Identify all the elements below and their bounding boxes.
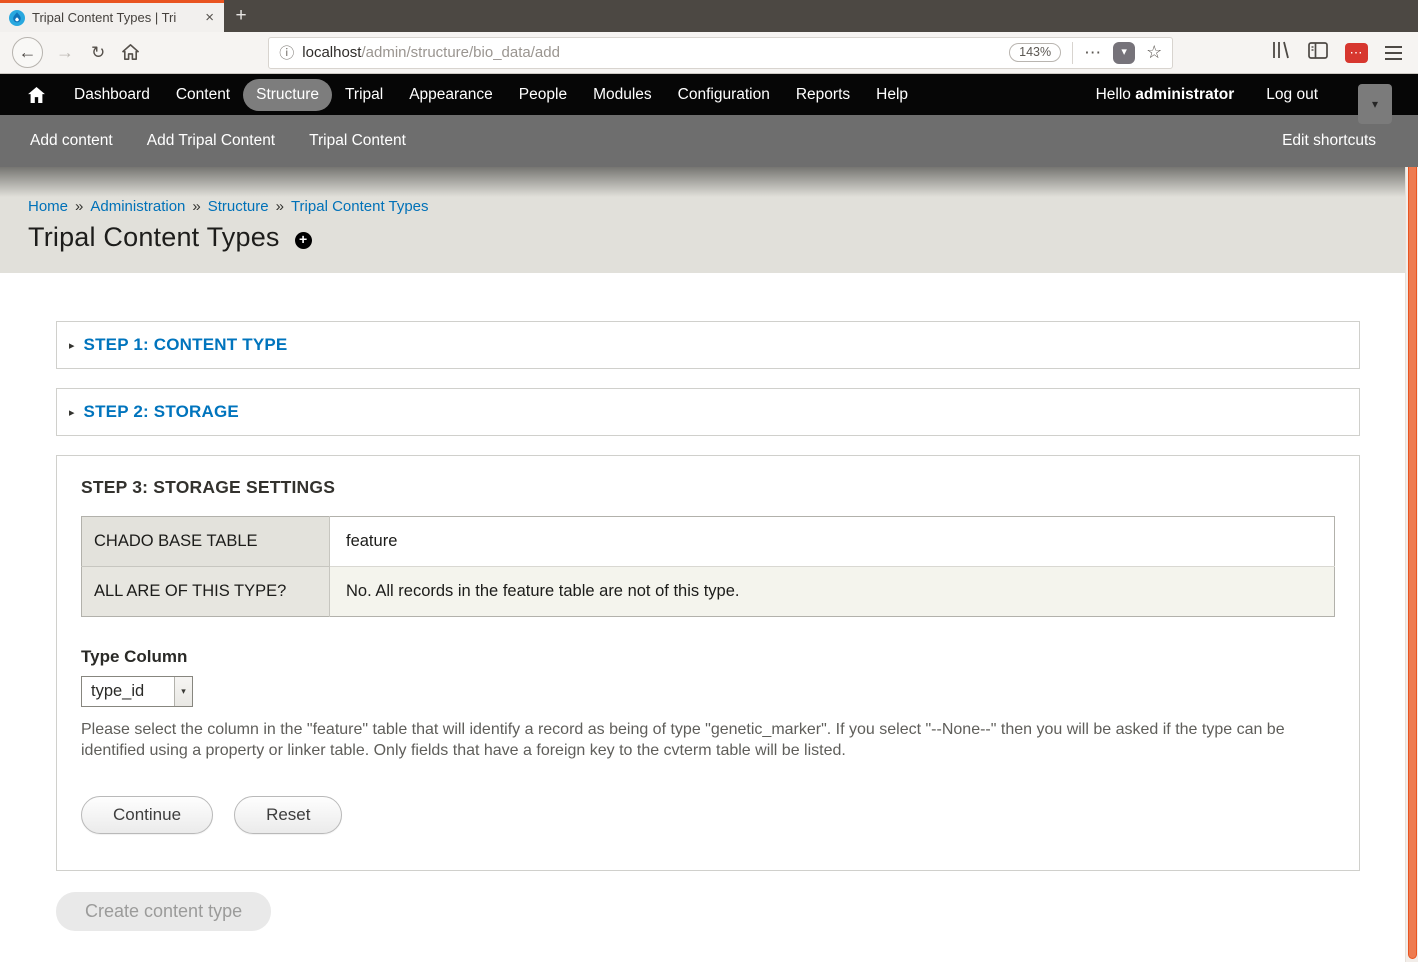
url-host: localhost <box>302 44 361 61</box>
drupal-favicon-icon <box>9 10 25 26</box>
create-content-type-button[interactable]: Create content type <box>56 892 271 931</box>
breadcrumb-home[interactable]: Home <box>28 198 68 215</box>
extension-icon[interactable]: ⋯ <box>1345 43 1368 63</box>
main-content: ▸ STEP 1: CONTENT TYPE ▸ STEP 2: STORAGE… <box>0 273 1418 931</box>
shortcut-add-content[interactable]: Add content <box>30 132 113 150</box>
menu-item-structure[interactable]: Structure <box>243 79 332 111</box>
fieldset-step2[interactable]: ▸ STEP 2: STORAGE <box>56 388 1360 436</box>
row-header-chado-base-table: CHADO BASE TABLE <box>82 517 330 567</box>
back-icon[interactable]: ← <box>12 37 43 68</box>
fieldset-step3: STEP 3: STORAGE SETTINGS CHADO BASE TABL… <box>56 455 1360 871</box>
type-column-select[interactable]: type_id ▾ <box>81 676 193 707</box>
browser-navbar: ← → ↻ ⓘ localhost/admin/structure/bio_da… <box>0 32 1418 74</box>
site-info-icon[interactable]: ⓘ <box>279 42 294 63</box>
pocket-icon[interactable]: ▾ <box>1113 42 1135 64</box>
add-to-shortcuts-icon[interactable]: + <box>295 232 312 249</box>
new-tab-button[interactable]: + <box>224 0 258 32</box>
url-text[interactable]: localhost/admin/structure/bio_data/add <box>302 44 560 61</box>
menu-item-configuration[interactable]: Configuration <box>665 79 783 111</box>
browser-tab-bar: Tripal Content Types | Tri × + <box>0 0 1418 32</box>
menu-item-dashboard[interactable]: Dashboard <box>61 79 163 111</box>
table-row: CHADO BASE TABLE feature <box>82 517 1335 567</box>
step2-toggle-link[interactable]: STEP 2: STORAGE <box>84 402 239 422</box>
divider <box>1072 42 1073 64</box>
username: administrator <box>1135 86 1234 103</box>
page-header: Home » Administration » Structure » Tripal Con… <box>0 167 1418 273</box>
breadcrumb-tripal-content-types[interactable]: Tripal Content Types <box>291 198 429 215</box>
edit-shortcuts-link[interactable]: Edit shortcuts <box>1282 132 1376 150</box>
menu-item-help[interactable]: Help <box>863 79 921 111</box>
table-row: ALL ARE OF THIS TYPE? No. All records in… <box>82 567 1335 617</box>
breadcrumb-separator: » <box>75 198 83 215</box>
vertical-scrollbar[interactable] <box>1405 74 1418 962</box>
select-selected-value: type_id <box>82 682 144 701</box>
sidebar-toggle-icon[interactable] <box>1308 42 1328 64</box>
drupal-admin-toolbar: Dashboard Content Structure Tripal Appea… <box>0 74 1418 115</box>
breadcrumb-structure[interactable]: Structure <box>208 198 269 215</box>
shortcut-tripal-content[interactable]: Tripal Content <box>309 132 406 150</box>
drupal-home-icon[interactable] <box>28 87 45 103</box>
shortcut-add-tripal-content[interactable]: Add Tripal Content <box>147 132 275 150</box>
row-value-all-are-of-this-type: No. All records in the feature table are… <box>330 567 1335 617</box>
storage-settings-table: CHADO BASE TABLE feature ALL ARE OF THIS… <box>81 516 1335 617</box>
user-greeting: Hello administrator <box>1080 86 1251 104</box>
collapse-triangle-icon: ▸ <box>69 406 75 419</box>
reset-button[interactable]: Reset <box>234 796 342 834</box>
reload-icon[interactable]: ↻ <box>91 43 105 63</box>
url-path: /admin/structure/bio_data/add <box>361 44 559 61</box>
page-title: Tripal Content Types <box>28 222 280 253</box>
menu-item-content[interactable]: Content <box>163 79 243 111</box>
type-column-label: Type Column <box>81 647 1335 667</box>
scrollbar-thumb[interactable] <box>1408 76 1417 959</box>
fieldset-step1[interactable]: ▸ STEP 1: CONTENT TYPE <box>56 321 1360 369</box>
menu-item-appearance[interactable]: Appearance <box>396 79 506 111</box>
breadcrumb-separator: » <box>276 198 284 215</box>
zoom-level-badge[interactable]: 143% <box>1009 43 1061 62</box>
logout-link[interactable]: Log out <box>1250 86 1334 104</box>
tab-title: Tripal Content Types | Tri <box>32 10 195 25</box>
page-actions-icon[interactable]: ⋯ <box>1084 43 1102 63</box>
row-value-chado-base-table: feature <box>330 517 1335 567</box>
collapse-triangle-icon: ▸ <box>69 339 75 352</box>
tab-close-icon[interactable]: × <box>202 9 217 26</box>
breadcrumb: Home » Administration » Structure » Tripal Con… <box>28 167 1418 215</box>
menu-item-people[interactable]: People <box>506 79 580 111</box>
continue-button[interactable]: Continue <box>81 796 213 834</box>
forward-icon[interactable]: → <box>56 42 74 63</box>
menu-item-reports[interactable]: Reports <box>783 79 863 111</box>
browser-tab-active[interactable]: Tripal Content Types | Tri × <box>0 0 224 32</box>
bookmark-star-icon[interactable]: ☆ <box>1146 42 1162 63</box>
shortcuts-bar: Add content Add Tripal Content Tripal Co… <box>0 115 1418 167</box>
toolbar-orientation-toggle[interactable]: ▾ <box>1358 84 1392 124</box>
menu-hamburger-icon[interactable] <box>1385 46 1402 60</box>
library-icon[interactable] <box>1271 41 1291 64</box>
step3-heading: STEP 3: STORAGE SETTINGS <box>81 477 1335 498</box>
home-icon[interactable] <box>121 43 140 62</box>
select-dropdown-arrow-icon[interactable]: ▾ <box>174 677 192 706</box>
url-bar[interactable]: ⓘ localhost/admin/structure/bio_data/add… <box>268 37 1173 69</box>
menu-item-modules[interactable]: Modules <box>580 79 665 111</box>
type-column-description: Please select the column in the "feature… <box>81 719 1335 761</box>
breadcrumb-administration[interactable]: Administration <box>90 198 185 215</box>
breadcrumb-separator: » <box>192 198 200 215</box>
row-header-all-are-of-this-type: ALL ARE OF THIS TYPE? <box>82 567 330 617</box>
menu-item-tripal[interactable]: Tripal <box>332 79 396 111</box>
step1-toggle-link[interactable]: STEP 1: CONTENT TYPE <box>84 335 288 355</box>
